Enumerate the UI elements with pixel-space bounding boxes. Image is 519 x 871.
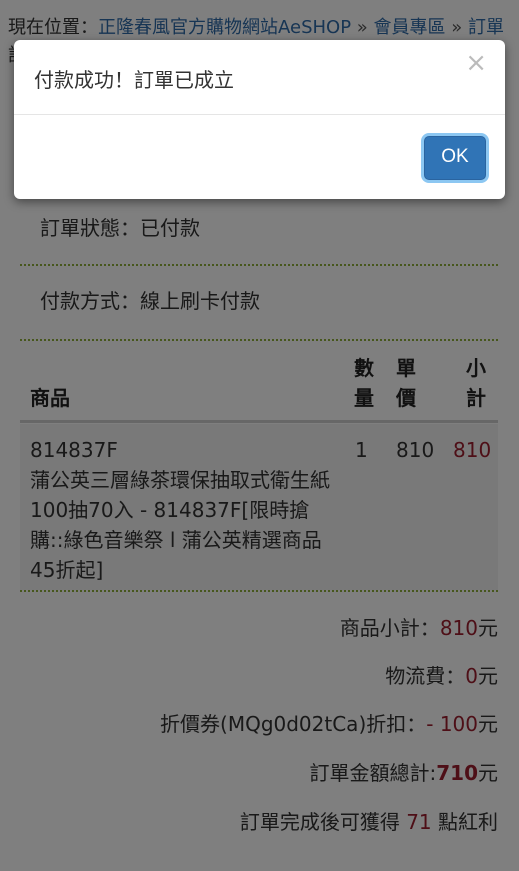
dialog-message: 付款成功！訂單已成立 [34, 68, 234, 92]
dialog-divider [14, 114, 505, 115]
ok-button[interactable]: OK [424, 136, 486, 180]
close-icon[interactable]: × [465, 48, 487, 78]
alert-dialog: 付款成功！訂單已成立 × OK [14, 40, 505, 199]
